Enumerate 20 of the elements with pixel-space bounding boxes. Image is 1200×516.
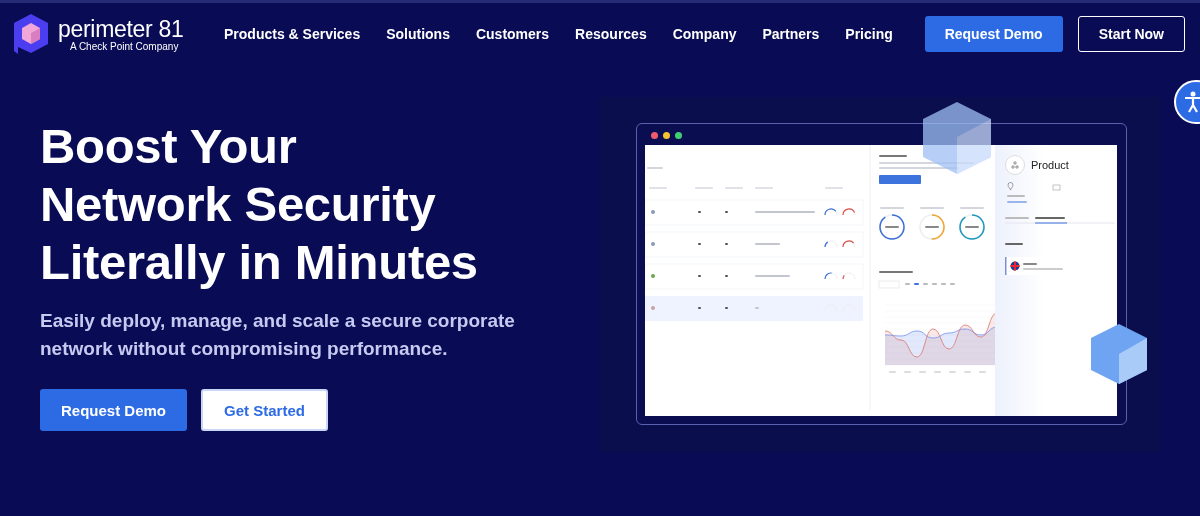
nav-link[interactable]: Solutions [386, 26, 450, 42]
cube-icon [1088, 322, 1150, 386]
nav-link[interactable]: Company [672, 26, 737, 42]
request-demo-button[interactable]: Request Demo [40, 389, 188, 431]
hero-title: Boost Your Network Security Literally in Minutes [40, 118, 479, 291]
product-title: Product [1031, 159, 1069, 171]
nav-link[interactable]: Resources [575, 26, 647, 42]
get-started-button[interactable]: Get Started [201, 389, 328, 431]
nav-link[interactable]: Pricing [845, 26, 893, 42]
nav-link[interactable]: Customers [475, 26, 550, 42]
network-icon [1005, 155, 1025, 175]
logo-name: perimeter 81 [58, 16, 184, 41]
nav-link[interactable]: Products & Services [224, 26, 361, 42]
request-demo-button[interactable]: Request Demo [924, 16, 1063, 52]
nav-link[interactable]: Partners [762, 26, 820, 42]
hero-subtitle: Easily deploy, manage, and scale a secure corporate network without compromising performance. [40, 309, 516, 361]
start-button[interactable]: Start Now [1077, 16, 1185, 52]
person-icon [1184, 90, 1200, 114]
logo-icon [12, 13, 50, 55]
logo-tagline: A Check Point Company [70, 40, 180, 52]
